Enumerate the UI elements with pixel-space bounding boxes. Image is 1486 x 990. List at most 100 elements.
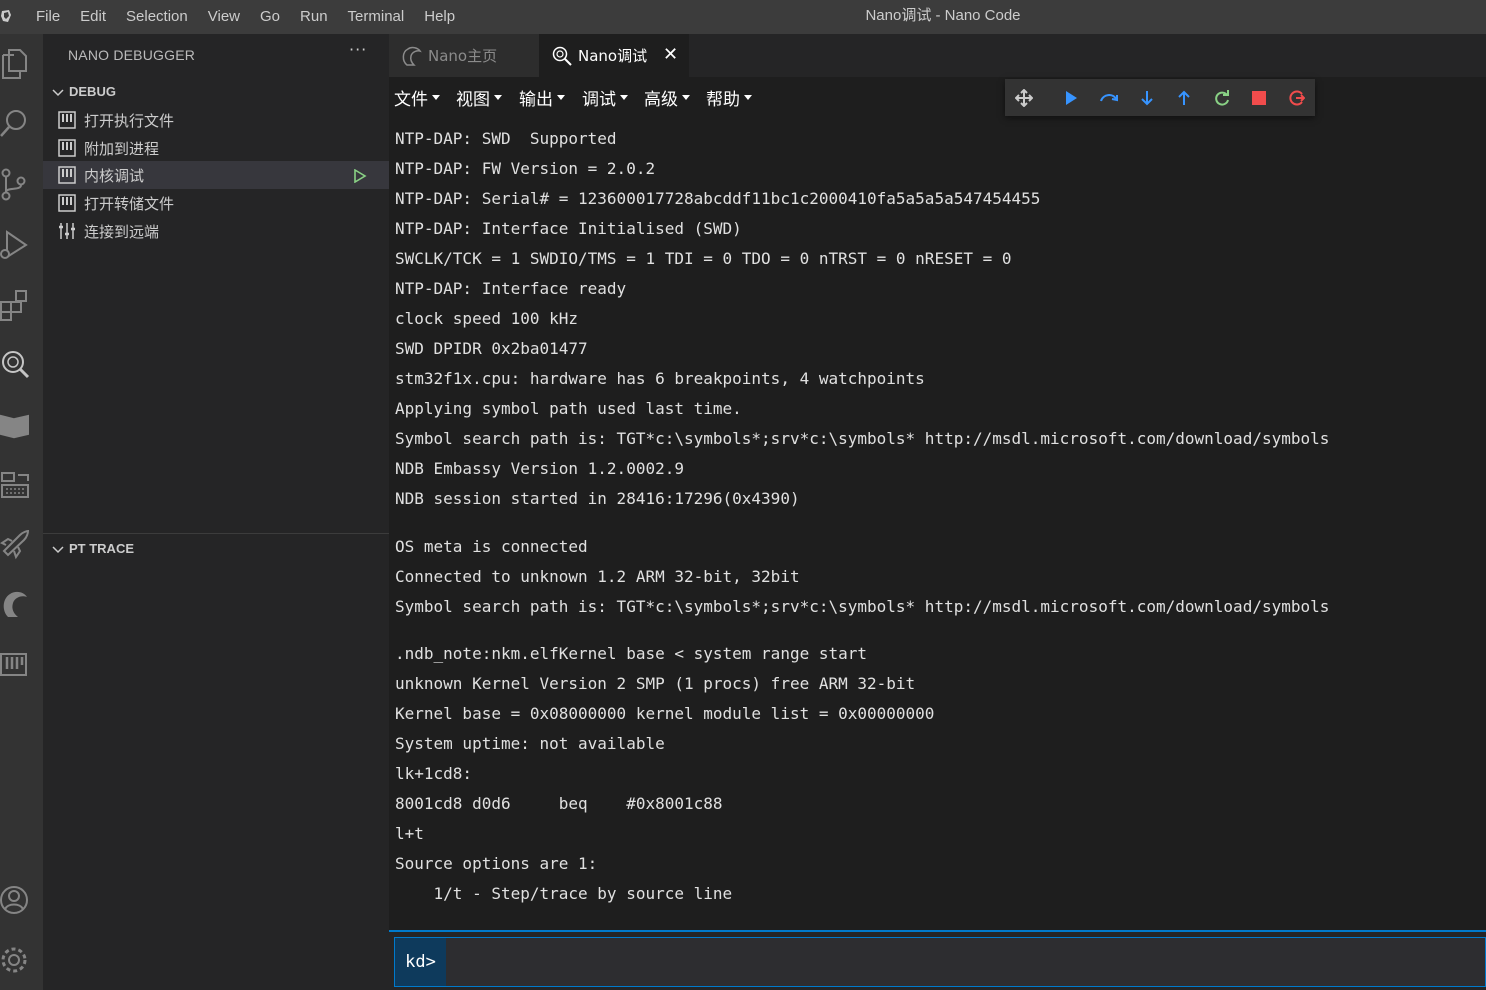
menu-label: 视图 <box>456 90 490 110</box>
title-bar: File Edit Selection View Go Run Terminal… <box>0 0 1486 34</box>
menu-output-cn[interactable]: 输出 <box>519 85 565 110</box>
source-control-icon[interactable] <box>0 160 43 208</box>
output-line: Kernel base = 0x08000000 kernel module l… <box>395 704 935 723</box>
rocket-icon[interactable] <box>0 520 43 568</box>
more-actions-button[interactable]: ··· <box>349 40 367 59</box>
output-line: NDB Embassy Version 1.2.0002.9 <box>395 459 684 478</box>
output-line: .ndb_note:nkm.elfKernel base < system ra… <box>395 644 868 663</box>
tab-label: Nano调试 <box>578 47 648 65</box>
trace-icon[interactable] <box>0 640 43 688</box>
output-line: NTP-DAP: SWD Supported <box>395 129 617 148</box>
sliders-icon <box>58 222 76 240</box>
menu-view[interactable]: View <box>198 0 250 34</box>
app-logo-icon <box>1 10 11 22</box>
book-icon[interactable] <box>0 400 43 448</box>
stop-icon[interactable] <box>1248 87 1270 109</box>
tab-bar: Nano主页 Nano调试 ✕ <box>389 34 1486 77</box>
restart-icon[interactable] <box>1211 87 1233 109</box>
sidebar-item-open-dump[interactable]: 打开转储文件 <box>43 189 389 217</box>
output-line: stm32f1x.cpu: hardware has 6 breakpoints… <box>395 369 925 388</box>
caret-down-icon <box>494 95 502 100</box>
output-line: NTP-DAP: Serial# = 123600017728abcddf11b… <box>395 189 1041 208</box>
debug-search-icon <box>552 46 572 66</box>
settings-gear-icon[interactable] <box>0 936 43 984</box>
sidebar: NANO DEBUGGER ··· DEBUG 打开执行文件 附加到进程 内核调… <box>43 34 389 990</box>
menu-selection[interactable]: Selection <box>116 0 198 34</box>
sidebar-item-open-executable[interactable]: 打开执行文件 <box>43 106 389 134</box>
debugger-menu-bar: 文件 视图 输出 调试 高级 帮助 <box>389 77 1486 117</box>
caret-down-icon <box>557 95 565 100</box>
tab-label: Nano主页 <box>428 47 498 65</box>
editor-area: Nano主页 Nano调试 ✕ 文件 视图 输出 调试 高级 帮助 NTP-DA… <box>389 34 1486 990</box>
menu-advanced-cn[interactable]: 高级 <box>644 85 690 110</box>
menu-help[interactable]: Help <box>414 0 465 34</box>
menu-label: 调试 <box>582 90 616 110</box>
menu-view-cn[interactable]: 视图 <box>456 85 502 110</box>
output-line: NDB session started in 28416:17296(0x439… <box>395 489 800 508</box>
menu-debug-cn[interactable]: 调试 <box>582 85 628 110</box>
output-line: 8001cd8 d0d6 beq #0x8001c88 <box>395 794 723 813</box>
output-line: Source options are 1: <box>395 854 598 873</box>
menu-label: 文件 <box>394 90 428 110</box>
drag-handle-icon[interactable] <box>1013 87 1035 109</box>
output-line: unknown Kernel Version 2 SMP (1 procs) f… <box>395 674 916 693</box>
caret-down-icon <box>682 95 690 100</box>
menu-terminal[interactable]: Terminal <box>338 0 415 34</box>
keyboard-icon[interactable] <box>0 460 43 508</box>
tab-nano-debug[interactable]: Nano调试 ✕ <box>539 34 689 77</box>
tab-nano-home[interactable]: Nano主页 <box>389 34 539 77</box>
search-icon[interactable] <box>0 100 43 148</box>
output-line: Connected to unknown 1.2 ARM 32-bit, 32b… <box>395 567 800 586</box>
step-over-icon[interactable] <box>1098 87 1120 109</box>
sidebar-item-attach-process[interactable]: 附加到进程 <box>43 134 389 162</box>
panel-icon <box>58 111 76 129</box>
command-bar: kd> <box>389 930 1486 990</box>
sidebar-item-label: 附加到进程 <box>84 139 160 158</box>
activity-bar <box>0 34 43 990</box>
menu-file[interactable]: File <box>26 0 70 34</box>
run-debug-icon[interactable] <box>0 220 43 268</box>
output-line: SWD DPIDR 0x2ba01477 <box>395 339 588 358</box>
step-into-icon[interactable] <box>1136 87 1158 109</box>
output-line: OS meta is connected <box>395 537 588 556</box>
debug-toolbar <box>1005 79 1315 116</box>
account-icon[interactable] <box>0 876 43 924</box>
sidebar-item-label: 打开转储文件 <box>84 194 175 213</box>
sidebar-item-kernel-debug[interactable]: 内核调试 <box>43 161 389 189</box>
command-prompt: kd> <box>395 938 446 986</box>
output-line: l+t <box>395 824 424 843</box>
output-line: System uptime: not available <box>395 734 665 753</box>
panel-icon <box>58 139 76 157</box>
output-line: lk+1cd8: <box>395 764 473 783</box>
menu-help-cn[interactable]: 帮助 <box>706 85 752 110</box>
menu-file-cn[interactable]: 文件 <box>394 85 440 110</box>
close-icon[interactable]: ✕ <box>663 45 678 65</box>
extensions-icon[interactable] <box>0 280 43 328</box>
output-line: Symbol search path is: TGT*c:\symbols*;s… <box>395 429 1330 448</box>
menu-edit[interactable]: Edit <box>70 0 116 34</box>
chevron-down-icon <box>47 82 69 101</box>
debugger-search-icon[interactable] <box>0 340 43 388</box>
explorer-icon[interactable] <box>0 40 43 88</box>
continue-icon[interactable] <box>1060 87 1082 109</box>
sidebar-item-label: 连接到远端 <box>84 222 160 241</box>
section-pt-trace-header[interactable]: PT TRACE <box>43 537 389 559</box>
debug-output-panel: NTP-DAP: SWD Supported NTP-DAP: FW Versi… <box>389 124 1486 930</box>
step-out-icon[interactable] <box>1173 87 1195 109</box>
window-title: Nano调试 - Nano Code <box>865 7 1021 24</box>
chevron-down-icon <box>47 539 69 558</box>
panel-icon <box>58 194 76 212</box>
nano-logo-icon[interactable] <box>0 580 43 628</box>
output-line: NTP-DAP: Interface ready <box>395 279 627 298</box>
run-play-icon[interactable] <box>353 168 367 187</box>
output-line: Symbol search path is: TGT*c:\symbols*;s… <box>395 597 1330 616</box>
menu-label: 帮助 <box>706 90 740 110</box>
section-debug-header[interactable]: DEBUG <box>43 80 389 102</box>
command-input[interactable] <box>451 938 1481 986</box>
panel-icon <box>58 166 76 184</box>
sidebar-item-connect-remote[interactable]: 连接到远端 <box>43 217 389 245</box>
menu-go[interactable]: Go <box>250 0 290 34</box>
output-line: 1/t - Step/trace by source line <box>395 884 733 903</box>
disconnect-icon[interactable] <box>1286 87 1308 109</box>
menu-run[interactable]: Run <box>290 0 338 34</box>
